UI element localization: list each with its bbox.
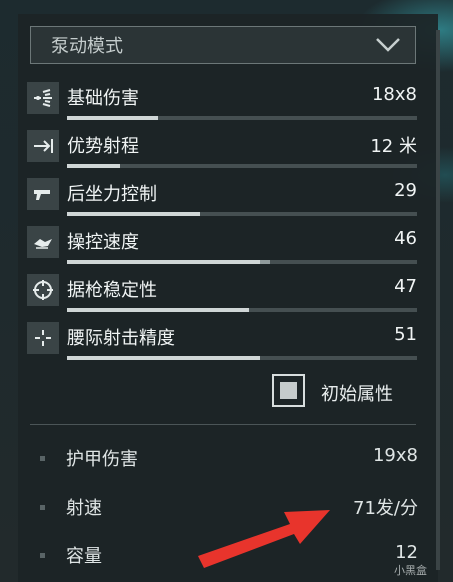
crosshair-circle-icon [27, 274, 59, 306]
detail-name: 射速 [66, 498, 102, 519]
fire-mode-dropdown[interactable]: 泵动模式 [30, 26, 416, 64]
stat-bar-modifier [259, 260, 270, 264]
stat-row: 优势射程 12 米 [27, 130, 417, 170]
stat-value: 18x8 [371, 84, 417, 105]
fire-mode-label: 泵动模式 [51, 36, 123, 57]
stat-bar-track [67, 356, 417, 360]
base-stats-label: 初始属性 [321, 384, 393, 405]
pellet-spread-icon [27, 82, 59, 114]
stat-bar-fill [67, 164, 120, 168]
stat-name: 据枪稳定性 [67, 280, 157, 301]
stat-value: 12 米 [370, 136, 417, 157]
detail-name: 容量 [66, 546, 102, 567]
stat-bar-fill [67, 260, 260, 264]
stat-row: 据枪稳定性 47 [27, 274, 417, 314]
stat-bar-fill [67, 308, 249, 312]
hipfire-crosshair-icon [27, 322, 59, 354]
detail-value: 12 [395, 542, 418, 563]
stat-row: 操控速度 46 [27, 226, 417, 266]
range-arrow-icon [27, 130, 59, 162]
bullet-icon [40, 456, 45, 461]
stat-name: 优势射程 [67, 136, 139, 157]
watermark: 小黑盒 [394, 564, 427, 577]
detail-name: 护甲伤害 [66, 449, 138, 470]
stat-value: 46 [394, 228, 417, 249]
stat-bar-track [67, 308, 417, 312]
stat-name: 操控速度 [67, 232, 139, 253]
stat-value: 51 [394, 324, 417, 345]
stat-value: 29 [394, 180, 417, 201]
scrollbar[interactable] [436, 30, 440, 570]
stat-bar-fill [67, 212, 200, 216]
stat-bar-track [67, 212, 417, 216]
stat-row: 基础伤害 18x8 [27, 82, 417, 122]
stat-row: 后坐力控制 29 [27, 178, 417, 218]
stat-bar-track [67, 116, 417, 120]
stat-name: 基础伤害 [67, 88, 139, 109]
detail-value: 19x8 [372, 445, 418, 466]
base-stats-checkbox[interactable] [272, 374, 305, 407]
handling-icon [27, 226, 59, 258]
stat-bar-fill [67, 356, 260, 360]
bullet-icon [40, 505, 45, 510]
checkbox-check [280, 382, 297, 399]
stat-bar-track [67, 260, 417, 264]
red-arrow-annotation [198, 510, 330, 568]
detail-value: 71发/分 [353, 498, 418, 519]
stat-name: 后坐力控制 [67, 184, 157, 205]
detail-row-armor-damage: 护甲伤害 19x8 [30, 445, 418, 475]
stat-name: 腰际射击精度 [67, 328, 175, 349]
stat-bar-fill [67, 116, 158, 120]
pistol-recoil-icon [27, 178, 59, 210]
chevron-down-icon [376, 38, 400, 52]
divider [30, 424, 416, 425]
stat-bar-track [67, 164, 417, 168]
bullet-icon [40, 553, 45, 558]
stat-value: 47 [394, 276, 417, 297]
stat-row: 腰际射击精度 51 [27, 322, 417, 362]
